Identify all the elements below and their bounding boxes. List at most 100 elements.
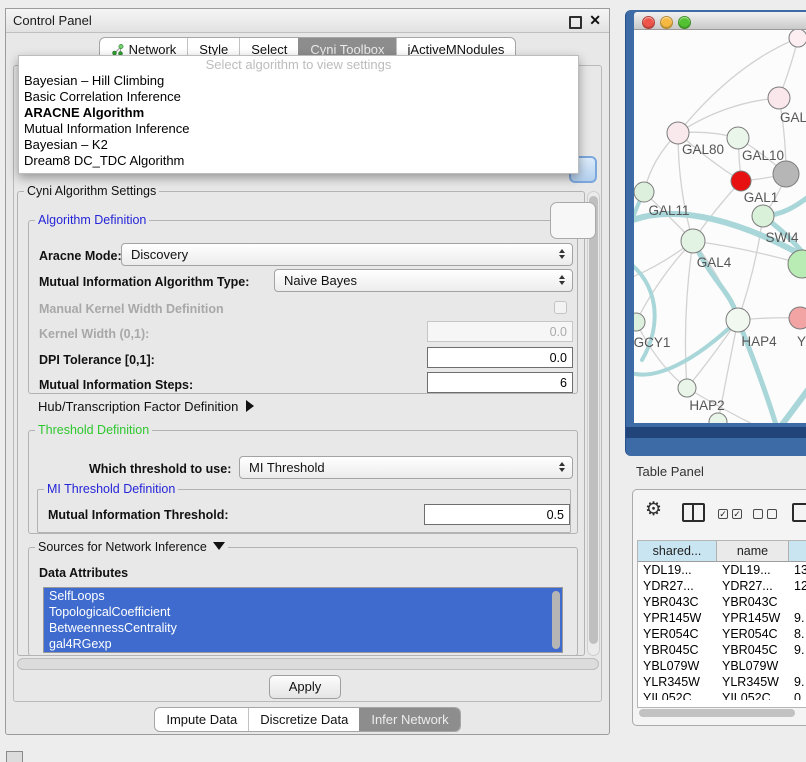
table-row[interactable]: YBR045CYBR045C9.	[638, 642, 806, 658]
settings-horizontal-scrollbar[interactable]	[17, 658, 599, 670]
node-gal-partial[interactable]	[768, 87, 790, 109]
table-cell: YBL079W	[717, 658, 789, 674]
table-column-header-item[interactable]	[789, 541, 806, 562]
table-icon[interactable]	[792, 503, 806, 522]
bottom-tab-discretize-data[interactable]: Discretize Data	[248, 708, 359, 731]
manual-kernel-width-checkbox[interactable]	[554, 301, 567, 314]
table-cell	[789, 658, 806, 674]
algorithm-option-bayesian-hill-climbing[interactable]: Bayesian – Hill Climbing	[19, 73, 578, 89]
algorithm-option-dream8-dc-tdc-algorithm[interactable]: Dream8 DC_TDC Algorithm	[19, 153, 578, 169]
minimize-traffic-light-icon[interactable]	[660, 16, 673, 29]
apply-button[interactable]: Apply	[269, 675, 341, 699]
algorithm-definition-title: Algorithm Definition	[35, 213, 149, 227]
attribute-item-topologicalcoefficient[interactable]: TopologicalCoefficient	[44, 604, 562, 620]
kernel-width-label: Kernel Width (0,1):	[39, 325, 149, 343]
node-gray[interactable]	[773, 161, 799, 187]
settings-vertical-scrollbar-thumb[interactable]	[589, 196, 598, 644]
mi-threshold-definition-title: MI Threshold Definition	[44, 482, 178, 496]
table-body: YDL19...YDL19...13YDR27...YDR27...12YBR0…	[638, 562, 806, 700]
attribute-item-betweennesscentrality[interactable]: BetweennessCentrality	[44, 620, 562, 636]
network-window-titlebar[interactable]	[634, 12, 806, 30]
table-row[interactable]: YPR145WYPR145W9.	[638, 610, 806, 626]
node-hap2[interactable]	[678, 379, 696, 397]
attribute-list-scrollbar[interactable]	[552, 591, 560, 649]
algorithm-dropdown-items: Bayesian – Hill ClimbingBasic Correlatio…	[19, 73, 578, 169]
which-threshold-value: MI Threshold	[249, 460, 325, 475]
node-gal10[interactable]	[727, 127, 749, 149]
node-y-partial[interactable]	[789, 307, 806, 329]
which-threshold-select[interactable]: MI Threshold	[239, 456, 573, 479]
expanded-triangle-icon	[213, 542, 225, 550]
table-column-header-name[interactable]: name	[717, 541, 789, 562]
close-traffic-light-icon[interactable]	[642, 16, 655, 29]
node-swi4-label: SWI4	[765, 230, 798, 245]
zoom-traffic-light-icon[interactable]	[678, 16, 691, 29]
close-icon[interactable]: ✕	[589, 12, 601, 29]
node-gal11[interactable]	[634, 182, 654, 202]
network-window-bottom-frame	[626, 427, 806, 438]
network-edge-highlighted	[774, 375, 806, 423]
sources-group-title[interactable]: Sources for Network Inference	[35, 540, 228, 554]
table-cell: YLR345W	[638, 674, 717, 690]
dock-mini-icon[interactable]	[6, 751, 23, 762]
table-row[interactable]: YLR345WYLR345W9.	[638, 674, 806, 690]
node-gal4[interactable]	[681, 229, 705, 253]
mi-algorithm-type-select[interactable]: Naive Bayes	[274, 269, 573, 292]
chevron-up-down-icon	[559, 275, 565, 285]
node-bottom[interactable]	[709, 413, 727, 423]
table-row[interactable]: YBR043CYBR043C	[638, 594, 806, 610]
aracne-mode-select[interactable]: Discovery	[121, 243, 573, 266]
table-cell: YIL052C	[717, 690, 789, 700]
table-cell: YBR045C	[638, 642, 717, 658]
mi-steps-field[interactable]	[427, 372, 573, 393]
kernel-width-field[interactable]	[427, 321, 573, 342]
node-big-green[interactable]	[788, 250, 806, 278]
table-horizontal-scrollbar[interactable]	[637, 708, 805, 718]
data-attributes-list[interactable]: SelfLoopsTopologicalCoefficientBetweenne…	[43, 587, 563, 653]
table-row[interactable]: YBL079WYBL079W	[638, 658, 806, 674]
table-cell: YPR145W	[638, 610, 717, 626]
sources-group: Sources for Network Inference Data Attri…	[28, 547, 578, 656]
attribute-item-selfloops[interactable]: SelfLoops	[44, 588, 562, 604]
mi-algorithm-type-label: Mutual Information Algorithm Type:	[39, 273, 249, 291]
algorithm-option-bayesian-k2[interactable]: Bayesian – K2	[19, 137, 578, 153]
bottom-tab-infer-network[interactable]: Infer Network	[359, 708, 459, 731]
table-row[interactable]: YIL052CYIL052C0.	[638, 690, 806, 700]
dpi-tolerance-field[interactable]	[427, 347, 573, 368]
gear-icon[interactable]: ⚙	[645, 498, 662, 521]
deselect-all-checkboxes-icon[interactable]	[753, 509, 777, 519]
settings-vertical-scrollbar[interactable]	[587, 191, 600, 656]
table-cell: YBL079W	[638, 658, 717, 674]
node-gal1[interactable]	[731, 171, 751, 191]
algorithm-option-mutual-information-inference[interactable]: Mutual Information Inference	[19, 121, 578, 137]
node-gcy1[interactable]	[634, 313, 645, 331]
table-horizontal-scrollbar-thumb[interactable]	[639, 709, 795, 717]
hub-transcription-section-toggle[interactable]: Hub/Transcription Factor Definition	[38, 399, 254, 414]
network-canvas[interactable]: GALGAL80GAL10GAL1GAL11SWI4GAL4GCY1HAP4YH…	[634, 30, 806, 423]
float-window-icon[interactable]	[569, 16, 582, 29]
select-all-checkboxes-icon[interactable]: ✓✓	[718, 509, 742, 519]
table-row[interactable]: YDL19...YDL19...13	[638, 562, 806, 578]
node-edge-top[interactable]	[789, 30, 806, 47]
bottom-tab-impute-data[interactable]: Impute Data	[155, 708, 248, 731]
node-hap4-label: HAP4	[741, 334, 777, 349]
table-column-header-shared[interactable]: shared...	[638, 541, 717, 562]
node-swi4[interactable]	[752, 205, 774, 227]
node-hap2-label: HAP2	[689, 398, 724, 413]
node-gal80[interactable]	[667, 122, 689, 144]
algorithm-option-basic-correlation-inference[interactable]: Basic Correlation Inference	[19, 89, 578, 105]
node-hap4[interactable]	[726, 308, 750, 332]
table-cell: YER054C	[717, 626, 789, 642]
algorithm-dropdown-prompt: Select algorithm to view settings	[19, 56, 578, 73]
table-row[interactable]: YER054CYER054C8.	[638, 626, 806, 642]
split-view-icon[interactable]	[682, 503, 705, 522]
table-cell: YDL19...	[638, 562, 717, 578]
desktop: Control Panel ✕ NetworkStyleSelectCyni T…	[0, 0, 806, 762]
table-cell: YLR345W	[717, 674, 789, 690]
algorithm-option-aracne-algorithm[interactable]: ARACNE Algorithm	[19, 105, 578, 121]
algorithm-dropdown-list: Select algorithm to view settings Bayesi…	[18, 55, 579, 174]
table-cell	[789, 594, 806, 610]
mi-threshold-field[interactable]	[424, 504, 570, 525]
table-row[interactable]: YDR27...YDR27...12	[638, 578, 806, 594]
attribute-item-gal4rgexp[interactable]: gal4RGexp	[44, 636, 562, 652]
